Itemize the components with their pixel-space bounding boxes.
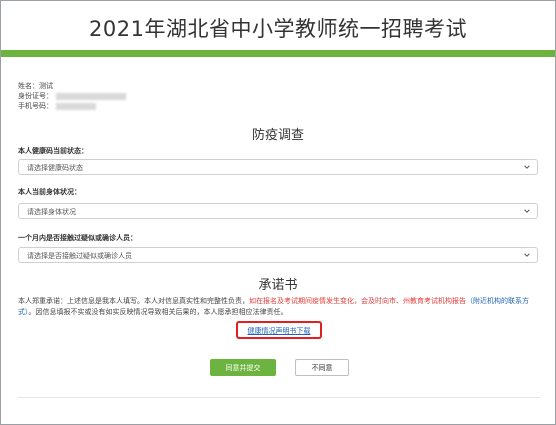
phone-row: 手机号码： bbox=[18, 102, 96, 111]
pledge-title: 承诺书 bbox=[258, 278, 298, 293]
pledge-text: 本人郑重承诺：上述信息是我本人填写。本人对信息真实性和完整性负责，如在报名及考试… bbox=[18, 296, 542, 318]
header-accent-bar bbox=[1, 50, 555, 57]
pledge-text-part2: 。因信息填报不实或没有如实反映情况导致相关后果的，本人愿承担相应法律责任。 bbox=[28, 308, 288, 316]
page-header: 2021年湖北省中小学教师统一招聘考试 bbox=[1, 1, 555, 51]
footer-divider bbox=[18, 397, 540, 398]
health-code-select[interactable]: 请选择健康码状态 bbox=[18, 159, 538, 175]
name-value: 测试 bbox=[39, 82, 53, 90]
agree-submit-button[interactable]: 同意并提交 bbox=[210, 359, 276, 376]
body-status-label: 本人当前身体状况： bbox=[18, 188, 81, 196]
disagree-button[interactable]: 不同意 bbox=[295, 359, 349, 376]
health-code-placeholder: 请选择健康码状态 bbox=[27, 164, 83, 172]
id-label: 身份证号： bbox=[18, 92, 53, 100]
phone-label: 手机号码： bbox=[18, 102, 53, 110]
pledge-text-part1: 本人郑重承诺：上述信息是我本人填写。本人对信息真实性和完整性负责， bbox=[18, 297, 249, 305]
chevron-down-icon bbox=[524, 209, 530, 213]
contact-label: 一个月内是否接触过疑似或确诊人员： bbox=[18, 234, 137, 242]
body-status-placeholder: 请选择身体状况 bbox=[27, 208, 76, 216]
body-status-select[interactable]: 请选择身体状况 bbox=[18, 203, 538, 219]
id-value-redacted bbox=[56, 92, 126, 100]
id-row: 身份证号： bbox=[18, 92, 126, 101]
health-statement-download-link[interactable]: 健康情况声明书下载 bbox=[238, 326, 320, 336]
chevron-down-icon bbox=[524, 165, 530, 169]
name-row: 姓名：测试 bbox=[18, 82, 53, 91]
contact-placeholder: 请选择是否接触过疑似或确诊人员 bbox=[27, 252, 132, 260]
pledge-text-red: 如在报名及考试期间疫情发生变化，会及时向市、州教育考试机构报告 bbox=[249, 297, 466, 305]
contact-select[interactable]: 请选择是否接触过疑似或确诊人员 bbox=[18, 247, 538, 263]
survey-title: 防疫调查 bbox=[251, 128, 304, 143]
download-highlight-box: 健康情况声明书下载 bbox=[236, 321, 322, 339]
health-code-label: 本人健康码当前状态： bbox=[18, 147, 88, 155]
phone-value-redacted bbox=[56, 102, 96, 110]
page-title: 2021年湖北省中小学教师统一招聘考试 bbox=[89, 17, 467, 41]
name-label: 姓名： bbox=[18, 82, 39, 90]
chevron-down-icon bbox=[524, 253, 530, 257]
